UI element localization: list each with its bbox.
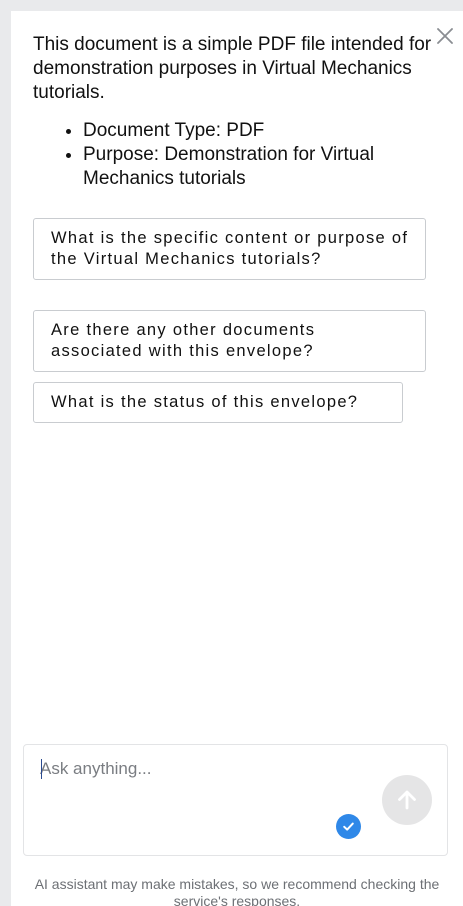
chat-input-box [23,744,448,856]
suggested-question-button[interactable]: What is the specific content or purpose … [33,218,426,280]
response-bullet-list: Document Type: PDF Purpose: Demonstratio… [33,119,433,191]
disclaimer-text: AI assistant may make mistakes, so we re… [34,876,440,906]
close-icon [437,28,453,44]
chat-input[interactable] [40,757,360,781]
response-intro: This document is a simple PDF file inten… [33,34,432,103]
checkmark-icon [343,822,354,831]
assistant-response: This document is a simple PDF file inten… [33,33,433,191]
grammar-check-badge[interactable] [336,814,361,839]
send-button[interactable] [382,775,432,825]
ai-assistant-panel: This document is a simple PDF file inten… [11,11,463,906]
arrow-up-icon [398,790,416,810]
text-caret [41,759,42,779]
suggested-question-button[interactable]: What is the status of this envelope? [33,382,403,423]
close-button[interactable] [434,25,456,47]
bullet-purpose: Purpose: Demonstration for Virtual Mecha… [83,143,433,191]
bullet-document-type: Document Type: PDF [83,119,433,143]
suggested-question-button[interactable]: Are there any other documents associated… [33,310,426,372]
